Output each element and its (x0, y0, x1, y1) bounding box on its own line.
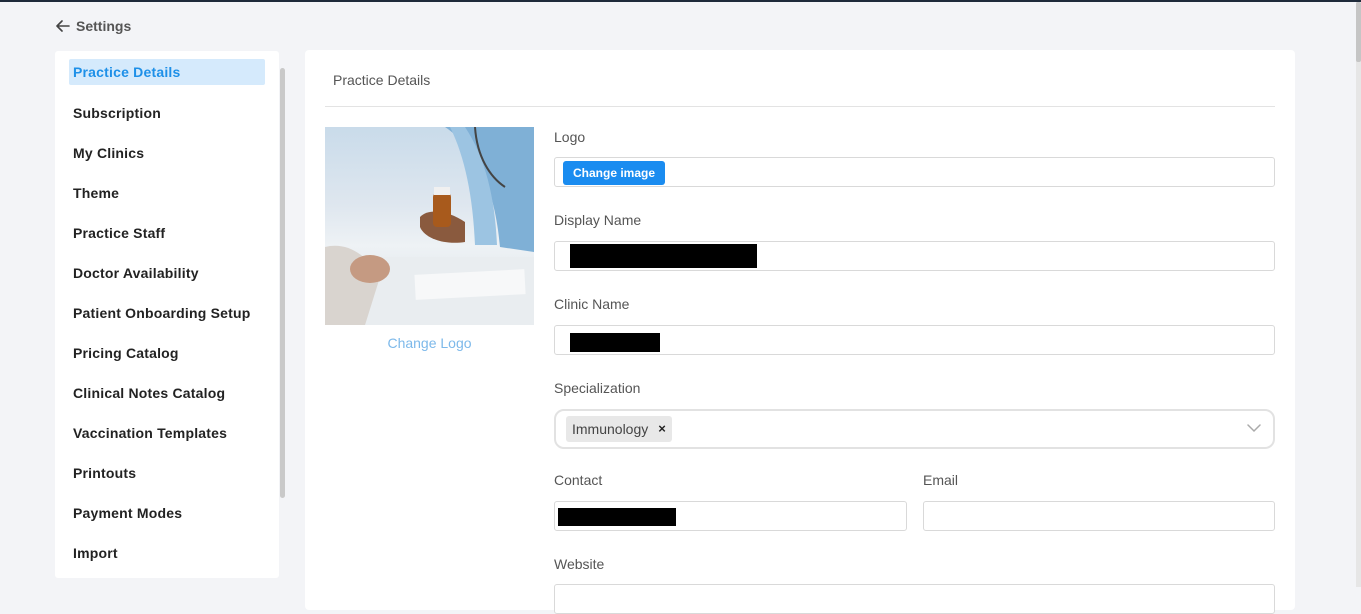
specialization-chip: Immunology × (566, 416, 672, 442)
sidebar-item-import[interactable]: Import (69, 540, 265, 566)
practice-logo-image (325, 127, 534, 325)
clinic-name-input[interactable] (554, 325, 1275, 355)
title-divider (325, 106, 1275, 107)
redacted-value (570, 333, 660, 352)
specialization-label: Specialization (554, 380, 641, 396)
sidebar-item-practice-details[interactable]: Practice Details (69, 59, 265, 85)
back-label: Settings (76, 18, 132, 34)
change-logo-link[interactable]: Change Logo (325, 335, 534, 351)
sidebar-item-clinical-notes-catalog[interactable]: Clinical Notes Catalog (69, 380, 265, 406)
logo-upload-field[interactable]: Change image (554, 157, 1275, 187)
sidebar-item-practice-staff[interactable]: Practice Staff (69, 220, 265, 246)
logo-label: Logo (554, 129, 586, 145)
remove-chip-icon[interactable]: × (658, 416, 666, 442)
chip-label: Immunology (572, 421, 649, 437)
sidebar-item-subscription[interactable]: Subscription (69, 100, 265, 126)
redacted-value (558, 508, 676, 526)
settings-sidebar: Practice Details Subscription My Clinics… (55, 51, 279, 578)
panel-title: Practice Details (333, 72, 431, 88)
sidebar-item-theme[interactable]: Theme (69, 180, 265, 206)
practice-details-panel: Practice Details Change Logo Logo Change… (305, 50, 1295, 614)
specialization-select[interactable]: Immunology × (554, 409, 1275, 449)
display-name-input[interactable] (554, 241, 1275, 271)
sidebar-item-doctor-availability[interactable]: Doctor Availability (69, 260, 265, 286)
contact-input[interactable] (554, 501, 907, 531)
top-border (0, 0, 1361, 2)
sidebar-scrollbar[interactable] (280, 68, 285, 498)
clinic-name-label: Clinic Name (554, 296, 630, 312)
change-image-button[interactable]: Change image (563, 161, 666, 185)
email-input[interactable] (923, 501, 1275, 531)
display-name-label: Display Name (554, 212, 642, 228)
sidebar-item-payment-modes[interactable]: Payment Modes (69, 500, 265, 526)
back-to-settings[interactable]: Settings (56, 18, 131, 34)
sidebar-item-printouts[interactable]: Printouts (69, 460, 265, 486)
page-scrollbar-track[interactable] (1356, 2, 1361, 587)
sidebar-item-patient-onboarding-setup[interactable]: Patient Onboarding Setup (69, 300, 265, 326)
chevron-down-icon[interactable] (1247, 423, 1261, 433)
sidebar-item-pricing-catalog[interactable]: Pricing Catalog (69, 340, 265, 366)
page-scrollbar-thumb[interactable] (1356, 2, 1361, 62)
arrow-left-icon (56, 20, 70, 32)
contact-label: Contact (554, 472, 603, 488)
email-label: Email (923, 472, 959, 488)
redacted-value (570, 244, 757, 268)
website-input[interactable] (554, 584, 1275, 614)
website-label: Website (554, 556, 605, 572)
sidebar-item-my-clinics[interactable]: My Clinics (69, 140, 265, 166)
sidebar-item-vaccination-templates[interactable]: Vaccination Templates (69, 420, 265, 446)
